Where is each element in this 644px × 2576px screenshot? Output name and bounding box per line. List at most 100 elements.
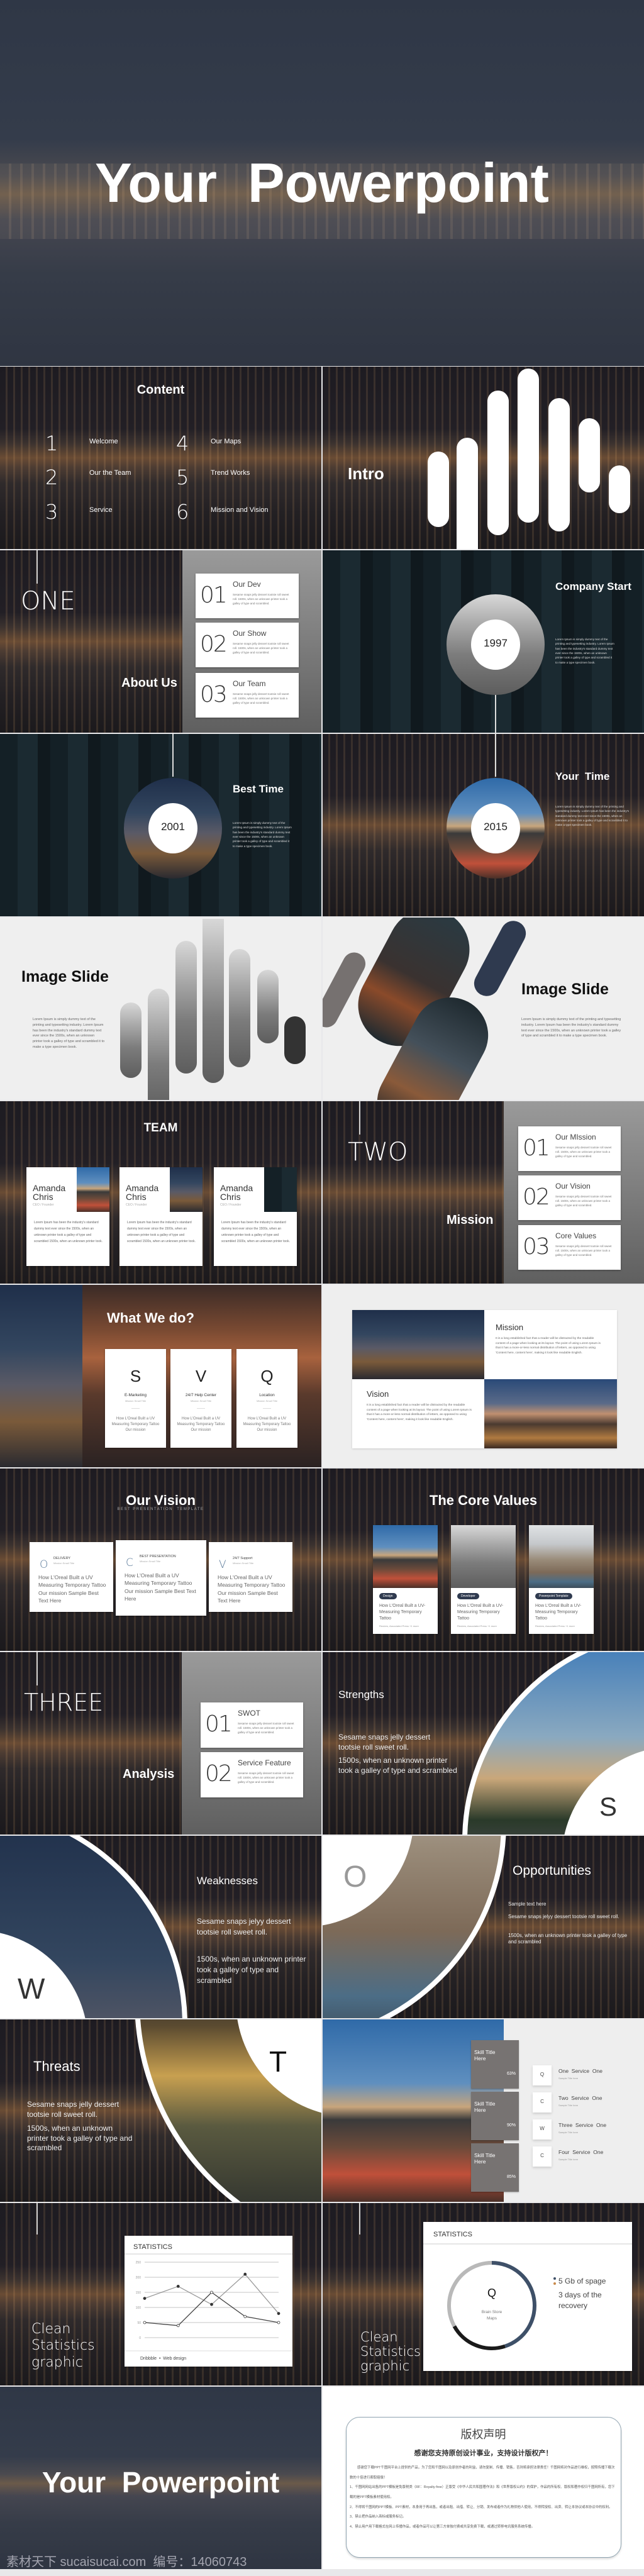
copyright-paragraph: 1、千图网网站出售的PPT模板是免版税类（RF：Royalty-free）正版受… [350, 2485, 615, 2500]
value-card[interactable]: Powerpoint Template How L'Oreal Built a U… [529, 1525, 594, 1634]
service-title[interactable]: Two Service One [558, 2095, 602, 2101]
service-subtitle: Mission Small Title [190, 1399, 212, 1402]
data-point [277, 2312, 280, 2315]
series-line [144, 2292, 279, 2326]
slide-copyright[interactable]: 版权声明 感谢您支持原创设计事业，支持设计版权产！ 感谢您下载PPT千图网平台上… [323, 2387, 644, 2569]
service-card[interactable]: Q Location Mission Small Title How L'Oreal … [236, 1349, 297, 1448]
statistics-card: STATISTICS Q Brain Store Maps 5 Gb of sp… [423, 2222, 632, 2371]
list-card[interactable]: 01 SWOT Sesame snaps jelly dessert tootsie… [201, 1702, 303, 1748]
card-text: Sesame snaps jelly dessert tootsie roll … [555, 1245, 612, 1257]
list-card[interactable]: 02 Our Vision Sesame snaps jelly dessert t… [518, 1175, 621, 1220]
team-card[interactable]: Amanda Chris CEO / Founder Lorem Ipsum has… [119, 1167, 203, 1266]
timeline-title: Best Time [233, 783, 284, 795]
section-number: THREE [24, 1689, 104, 1716]
image-pill [148, 989, 169, 1100]
vision-letter: C [126, 1557, 133, 1569]
list-card[interactable]: 01 Our MIssion Sesame snaps jelly dessert … [518, 1126, 621, 1171]
list-card[interactable]: 02 Service Feature Sesame snaps jelly dess… [201, 1752, 303, 1797]
slide-best-time[interactable]: 2001 Best Time Lorem Ipsum is simply dummy… [0, 734, 321, 916]
slide-your-time[interactable]: 2015 Your Time Lorem Ipsum is simply dummy… [323, 734, 644, 916]
slide-section-three[interactable]: THREE Analysis 01 SWOT Sesame snaps jelly … [0, 1652, 321, 1835]
list-card[interactable]: 02 Our Show Sesame snaps jelly dessert too… [196, 623, 299, 667]
title-slide-hero: Your Powerpoint [0, 0, 644, 366]
vision-card-text: How L'Oreal Built a UV Measuring Tempora… [218, 1574, 286, 1604]
vision-card[interactable]: C BEST PRESENTATION Mission Small Title How… [116, 1540, 206, 1616]
slide-image-slide-1[interactable]: Image Slide Lorem Ipsum is simply dummy … [0, 918, 321, 1100]
content-item-label[interactable]: Mission and Vision [211, 506, 269, 514]
vision-card[interactable]: V 24/7 Support Mission Small Title How L'Or… [209, 1542, 292, 1612]
service-subtitle: Sample Title here [558, 2158, 579, 2161]
member-name: Amanda Chris [126, 1183, 159, 1202]
slide-team[interactable]: TEAM Amanda Chris CEO / Founder Lorem Ipsu… [0, 1101, 321, 1284]
wave-bar [518, 369, 539, 523]
slide-weaknesses[interactable]: W Weaknesses Sesame snaps jelyy dessert … [0, 1836, 321, 2018]
vision-card[interactable]: O DELIVERY Mission Small Title How L'Oreal … [30, 1542, 113, 1612]
skill-title: Skill Title Here [474, 2101, 496, 2114]
content-item-number: 1 [45, 431, 58, 455]
service-subtitle: Mission Small Title [125, 1399, 147, 1402]
copyright-paragraph: 感谢您下载PPT千图网平台上提供的产品，为了您和千图网以及原创作者的利益，请勿复… [350, 2466, 615, 2480]
list-card[interactable]: 03 Core Values Sesame snaps jelly dessert … [518, 1225, 621, 1270]
slide-mission-vision[interactable]: Mission It is a long established fact th… [323, 1285, 644, 1467]
slide-section-one[interactable]: ONE About Us 01 Our Dev Sesame snaps jelly… [0, 550, 321, 733]
service-title[interactable]: Three Service One [558, 2122, 606, 2128]
intro-title: Intro [348, 464, 384, 483]
service-title[interactable]: Four Service One [558, 2149, 603, 2155]
service-title: Location [259, 1393, 275, 1397]
slide-statistics-line[interactable]: Clean Statistics graphic STATISTICS 0 50 1… [0, 2203, 321, 2385]
legend-label: 5 Gb of spage [558, 2277, 606, 2285]
slide-opportunities[interactable]: O Opportunities Sample text here Sesame … [323, 1836, 644, 2018]
side-title: Clean Statistics graphic [360, 2329, 421, 2374]
value-card[interactable]: Design How L'Oreal Built a UV-Measuring T… [373, 1525, 438, 1634]
slide-title: What We do? [107, 1310, 194, 1326]
service-card[interactable]: V 24/7 Help Center Mission Small Title How … [170, 1349, 231, 1448]
content-item-label[interactable]: Service [89, 506, 113, 514]
list-card[interactable]: 03 Our Team Sesame snaps jelly dessert too… [196, 673, 299, 718]
vision-photo [484, 1379, 617, 1448]
slide-section-two[interactable]: TWO Mission 01 Our MIssion Sesame snaps je… [323, 1101, 644, 1284]
value-footer: Reuters, Associated Press +1 more [379, 1624, 419, 1628]
card-title: Our Team [233, 679, 266, 688]
service-title[interactable]: One Service One [558, 2068, 602, 2074]
image-pill [203, 919, 224, 1083]
slide-content[interactable]: Content 1 Welcome 2 Our the Team 3 Service 4 Ou… [0, 367, 321, 549]
slide-subtitle: BEST PRESENTATION TEMPLATE [117, 1507, 204, 1511]
divider-line [359, 2203, 360, 2235]
slide-our-vision[interactable]: Our Vision BEST PRESENTATION TEMPLATE O D… [0, 1468, 321, 1651]
y-tick-label: 200 [136, 2276, 142, 2280]
service-letter: C [540, 2153, 544, 2158]
content-item-label[interactable]: Our the Team [89, 469, 131, 477]
slide-strengths[interactable]: S Strengths Sesame snaps jelly dessert t… [323, 1652, 644, 1835]
value-text: How L'Oreal Built a UV-Measuring Tempora… [535, 1604, 582, 1621]
copyright-title: 版权声明 [460, 2428, 506, 2441]
content-item-label[interactable]: Our Maps [211, 438, 241, 445]
section-subtitle: Analysis [123, 1767, 175, 1781]
slide-title: Image Slide [21, 968, 109, 985]
wave-bar [609, 465, 630, 513]
slide-closing[interactable]: Your Powerpoint 素材天下 sucaisucai.com 编号：1… [0, 2387, 321, 2569]
service-subtitle: Mission Small Title [256, 1399, 278, 1402]
service-card[interactable]: S E-Marketing Mission Small Title How L'Ore… [105, 1349, 166, 1448]
member-role: CEO / Founder [126, 1203, 147, 1207]
card-number: 02 [523, 1184, 550, 1210]
card-number: 01 [523, 1135, 550, 1161]
slide-core-values[interactable]: The Core Values Design How L'Oreal Built … [323, 1468, 644, 1651]
slide-what-we-do[interactable]: What We do? S E-Marketing Mission Small Ti… [0, 1285, 321, 1467]
content-item-label[interactable]: Welcome [89, 438, 118, 445]
value-card[interactable]: Developer How L'Oreal Built a UV-Measurin… [451, 1525, 516, 1634]
list-card[interactable]: 01 Our Dev Sesame snaps jelly dessert toot… [196, 574, 299, 618]
slide-skills[interactable]: Skill Title Here 63% Skill Title Here 90% Sk… [323, 2019, 644, 2202]
team-photo [77, 1167, 109, 1212]
slide-intro[interactable]: Intro [323, 367, 644, 549]
slide-threats[interactable]: T Threats Sesame snaps jelly dessert too… [0, 2019, 321, 2202]
slide-image-slide-2[interactable]: Image Slide Lorem Ipsum is simply dummy … [323, 918, 644, 1100]
section-subtitle: Mission [447, 1213, 494, 1227]
team-card[interactable]: Amanda Chris CEO / Founder Lorem Ipsum has… [214, 1167, 297, 1266]
content-item-label[interactable]: Trend Works [211, 469, 250, 477]
service-text: How L'Oreal Built a UV Measuring Tempora… [177, 1417, 225, 1432]
hero-title: Your Powerpoint [95, 152, 549, 214]
section-number: ONE [21, 587, 75, 616]
slide-company-start[interactable]: 1997 Company Start Lorem Ipsum is simply d… [323, 550, 644, 733]
slide-statistics-donut[interactable]: Clean Statistics graphic STATISTICS Q Br… [323, 2203, 644, 2385]
team-card[interactable]: Amanda Chris CEO / Founder Lorem Ipsum has… [26, 1167, 109, 1266]
